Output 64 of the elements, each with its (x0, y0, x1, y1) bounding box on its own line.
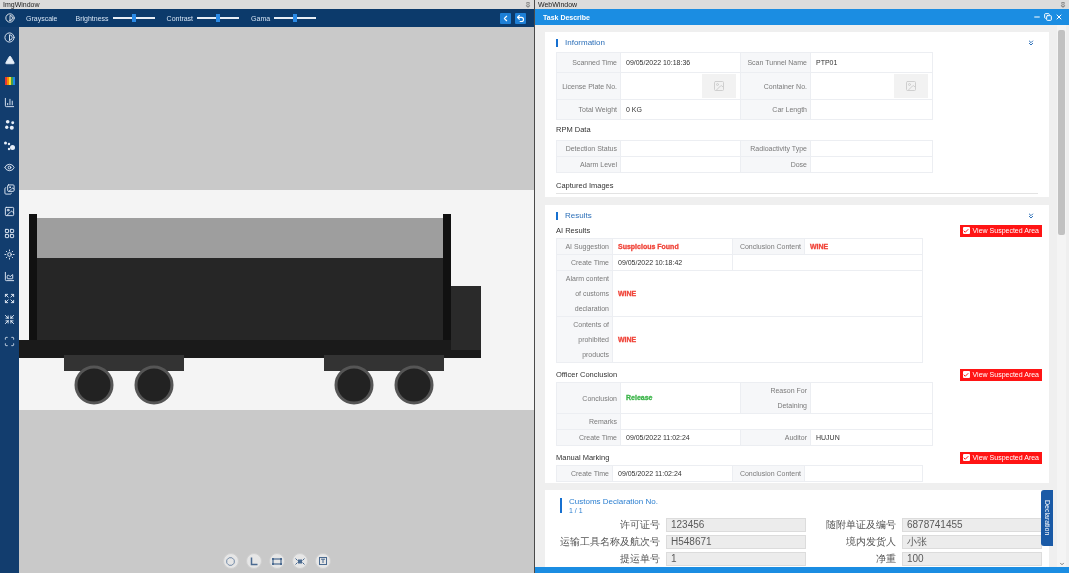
slider-thumb[interactable] (131, 14, 136, 22)
scatter-icon[interactable] (3, 141, 16, 152)
field-label: 许可证号 (619, 518, 660, 532)
field-label: 提运单号 (619, 552, 660, 566)
scrollbar[interactable] (1057, 25, 1066, 567)
input-field[interactable]: 6878741455 (902, 518, 1042, 532)
chevron-left-icon (501, 13, 510, 23)
dots-icon[interactable] (4, 119, 15, 131)
slider-track[interactable] (112, 14, 155, 22)
checkbox[interactable] (962, 227, 970, 234)
section-title: Information (565, 37, 606, 48)
field-label: 净重 (875, 552, 896, 566)
accent-bar-icon (556, 38, 558, 47)
chevrons-down-icon[interactable] (1027, 211, 1035, 220)
scan-icon[interactable] (4, 335, 15, 347)
image-icon[interactable] (4, 205, 15, 217)
field-label: 随附单证及编号 (825, 518, 896, 532)
slider-thumb[interactable] (293, 14, 298, 22)
color-spectrum-icon[interactable] (4, 77, 15, 86)
input-field[interactable]: 小张 (902, 535, 1042, 549)
slider-track[interactable] (197, 14, 240, 22)
rectangle-tool-button[interactable] (268, 553, 285, 569)
contrast-icon[interactable] (4, 32, 15, 44)
field-label: 境内发货人 (845, 535, 896, 549)
accent-bar-icon (560, 498, 562, 513)
fit-screen-button[interactable] (291, 553, 308, 569)
grid-icon[interactable] (4, 227, 15, 239)
undo-button[interactable] (515, 12, 526, 24)
angle-tool-button[interactable] (245, 553, 262, 569)
area-chart-icon[interactable] (4, 270, 15, 282)
input-field[interactable]: 1 (666, 552, 806, 566)
undo-icon (516, 13, 525, 23)
sun-icon[interactable] (4, 249, 15, 261)
checkbox[interactable] (962, 454, 970, 461)
check-icon (963, 371, 970, 378)
slider-track[interactable] (274, 14, 317, 22)
l-shape-icon (249, 556, 258, 566)
rectangle-icon (271, 557, 282, 565)
check-icon (963, 454, 970, 461)
images-icon[interactable] (4, 184, 15, 196)
octagon-icon (226, 556, 235, 566)
triangle-icon[interactable] (4, 54, 15, 65)
check-icon (963, 227, 970, 234)
close-icon[interactable] (1055, 13, 1063, 21)
input-field[interactable]: 123456 (666, 518, 806, 532)
input-field[interactable]: H548671 (666, 535, 806, 549)
field-label: 运输工具名称及航次号 (559, 535, 660, 549)
fit-screen-icon (294, 557, 305, 565)
text-box-icon (318, 557, 327, 565)
shrink-icon[interactable] (4, 314, 15, 326)
checkbox[interactable] (962, 371, 970, 378)
eye-icon[interactable] (4, 162, 15, 174)
expand-icon[interactable] (4, 292, 15, 304)
back-button[interactable] (500, 12, 511, 24)
restore-icon[interactable] (1044, 13, 1052, 21)
accent-bar-icon (556, 211, 558, 220)
slider-thumb[interactable] (216, 14, 221, 22)
section-title: Customs Declaration No. (569, 497, 658, 506)
section-title: Results (565, 210, 592, 221)
input-field[interactable]: 100 (902, 552, 1042, 566)
text-tool-button[interactable] (314, 553, 331, 569)
scrollbar-thumb[interactable] (1058, 30, 1065, 235)
bar-chart-icon[interactable] (4, 97, 15, 109)
chevrons-down-icon[interactable] (1027, 38, 1035, 47)
